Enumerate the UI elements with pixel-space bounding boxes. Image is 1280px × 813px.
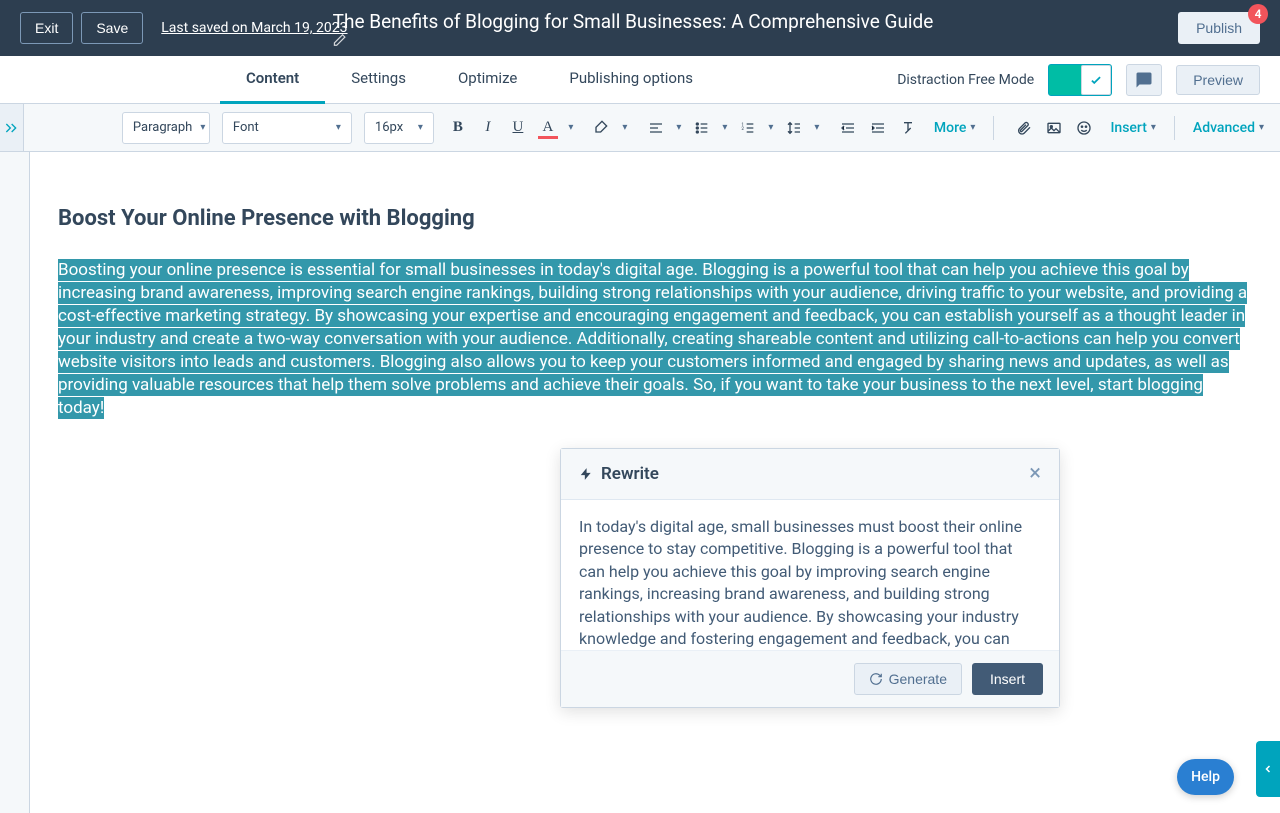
insert-label: Insert (1110, 120, 1146, 136)
left-rail (0, 152, 30, 813)
toggle-handle (1081, 65, 1111, 95)
tab-bar: Content Settings Optimize Publishing opt… (0, 56, 1280, 104)
highlight-dropdown[interactable]: ▾ (618, 114, 632, 142)
popup-title: Rewrite (579, 464, 659, 484)
popup-title-text: Rewrite (601, 464, 659, 484)
notification-badge[interactable]: 4 (1248, 4, 1268, 24)
save-button[interactable]: Save (81, 12, 143, 44)
page-title: The Benefits of Blogging for Small Busin… (333, 10, 948, 47)
italic-button[interactable]: I (474, 114, 502, 142)
editor-toolbar: Paragraph▾ Font▾ 16px▾ B I U A ▾ ▾ ▾ (24, 104, 1280, 152)
more-button[interactable]: More▾ (926, 120, 984, 136)
insert-button[interactable]: Insert▾ (1102, 120, 1163, 136)
generate-label: Generate (889, 671, 947, 687)
insert-text-button[interactable]: Insert (972, 663, 1043, 695)
tab-publishing-options[interactable]: Publishing options (543, 56, 719, 104)
expand-sidebar-icon[interactable] (0, 104, 24, 152)
content-heading[interactable]: Boost Your Online Presence with Blogging (58, 206, 1252, 231)
top-bar: Exit Save Last saved on March 19, 2023 T… (0, 0, 1280, 56)
text-color-button[interactable]: A (534, 114, 562, 142)
last-saved-link[interactable]: Last saved on March 19, 2023 (161, 20, 347, 36)
tab-content[interactable]: Content (220, 56, 325, 104)
popup-footer: Generate Insert (561, 650, 1059, 707)
exit-button[interactable]: Exit (20, 12, 73, 44)
tab-optimize[interactable]: Optimize (432, 56, 543, 104)
paragraph-style-select[interactable]: Paragraph▾ (122, 112, 210, 144)
preview-button[interactable]: Preview (1176, 65, 1260, 95)
font-size-select[interactable]: 16px▾ (364, 112, 434, 144)
toolbar-divider (993, 116, 994, 140)
align-dropdown[interactable]: ▾ (672, 114, 686, 142)
svg-text:2: 2 (741, 126, 744, 132)
paragraph-style-label: Paragraph (133, 120, 192, 135)
lightning-icon (579, 465, 593, 483)
font-select[interactable]: Font▾ (222, 112, 352, 144)
content-paragraph-wrap: Boosting your online presence is essenti… (58, 259, 1252, 420)
help-button[interactable]: Help (1177, 759, 1234, 795)
line-height-dropdown[interactable]: ▾ (810, 114, 824, 142)
generate-button[interactable]: Generate (854, 663, 962, 695)
popup-body: In today's digital age, small businesses… (561, 500, 1059, 650)
toolbar-divider-2 (1174, 116, 1175, 140)
toolbar-row: Paragraph▾ Font▾ 16px▾ B I U A ▾ ▾ ▾ (0, 104, 1280, 152)
comments-button[interactable] (1126, 64, 1162, 96)
outdent-button[interactable] (834, 114, 862, 142)
image-button[interactable] (1040, 114, 1068, 142)
highlight-button[interactable] (588, 114, 616, 142)
tab-settings[interactable]: Settings (325, 56, 432, 104)
content-paragraph-selected[interactable]: Boosting your online presence is essenti… (58, 259, 1247, 419)
align-button[interactable] (642, 114, 670, 142)
rewrite-popup: Rewrite × In today's digital age, small … (560, 448, 1060, 708)
bullet-list-dropdown[interactable]: ▾ (718, 114, 732, 142)
more-label: More (934, 120, 967, 136)
bold-button[interactable]: B (444, 114, 472, 142)
side-panel-toggle[interactable] (1256, 741, 1280, 797)
close-icon[interactable]: × (1029, 463, 1041, 485)
numbered-list-button[interactable]: 12 (734, 114, 762, 142)
line-height-button[interactable] (780, 114, 808, 142)
indent-button[interactable] (864, 114, 892, 142)
font-size-label: 16px (375, 120, 403, 135)
refresh-icon (869, 672, 883, 686)
distraction-free-label: Distraction Free Mode (897, 72, 1034, 88)
popup-header: Rewrite × (561, 449, 1059, 500)
underline-button[interactable]: U (504, 114, 532, 142)
font-label: Font (233, 120, 259, 135)
text-color-dropdown[interactable]: ▾ (564, 114, 578, 142)
bullet-list-button[interactable] (688, 114, 716, 142)
clear-formatting-button[interactable] (894, 114, 922, 142)
advanced-button[interactable]: Advanced▾ (1185, 120, 1272, 136)
page-title-text: The Benefits of Blogging for Small Busin… (333, 10, 934, 33)
advanced-label: Advanced (1193, 120, 1255, 136)
edit-title-icon[interactable] (333, 33, 948, 47)
numbered-list-dropdown[interactable]: ▾ (764, 114, 778, 142)
distraction-free-toggle[interactable] (1048, 64, 1112, 96)
attachment-button[interactable] (1010, 114, 1038, 142)
emoji-button[interactable] (1070, 114, 1098, 142)
